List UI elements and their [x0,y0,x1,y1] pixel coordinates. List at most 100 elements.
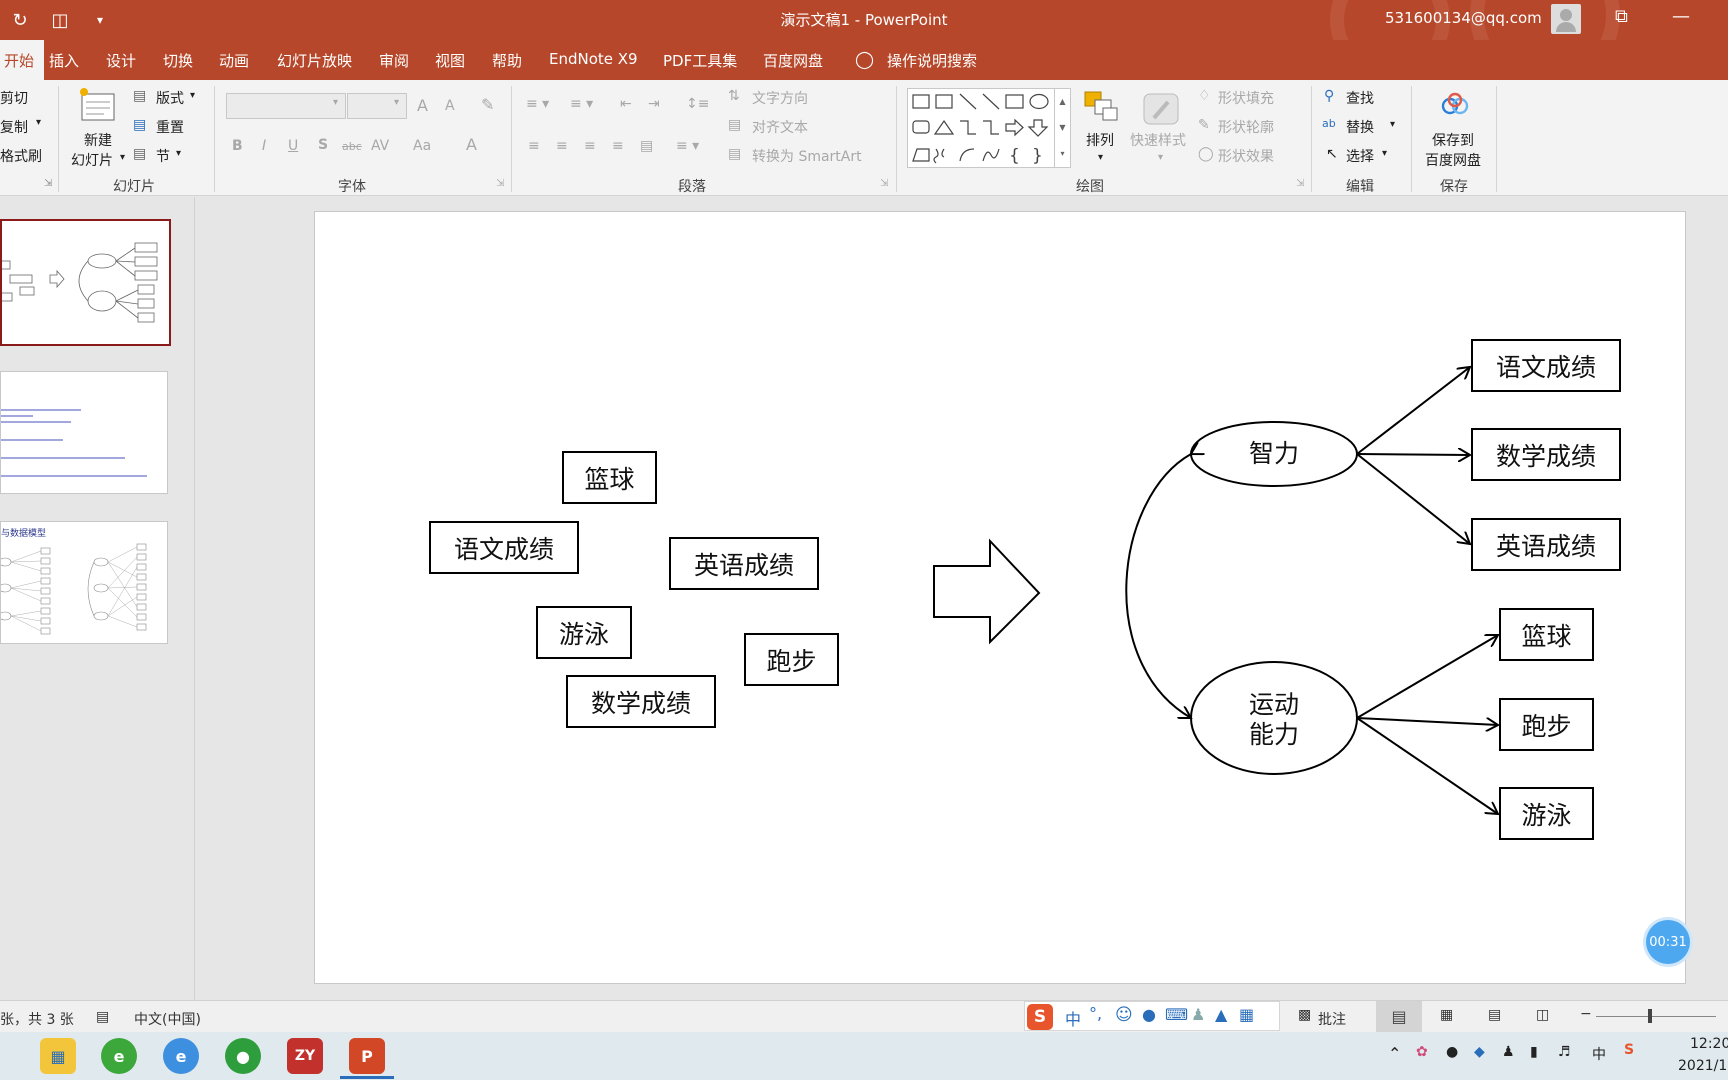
arrange-button[interactable]: 排列 [1086,130,1114,150]
language-indicator[interactable]: 中文(中国) [134,1009,201,1029]
toolbox-icon[interactable]: ▦ [1239,1005,1254,1024]
clock-time[interactable]: 12:20 [1690,1036,1728,1052]
sogou-logo-icon[interactable]: S [1027,1004,1053,1030]
shape-outline-icon[interactable]: ✎ [1198,117,1210,133]
sogou-tray-icon[interactable]: S [1624,1042,1634,1058]
ribbon-display-options-button[interactable]: ⧉ [1615,6,1628,27]
box-chinese-score[interactable]: 语文成绩 [429,521,579,574]
slide-thumbnail-1[interactable] [0,219,171,346]
line-spacing-icon[interactable]: ↕≡ [686,96,709,112]
voice-icon[interactable]: ● [1142,1005,1156,1024]
slide-sorter-view-icon[interactable]: ▦ [1440,1007,1453,1023]
clock-date[interactable]: 2021/1 [1678,1058,1727,1074]
ie-browser-icon[interactable]: e [163,1038,199,1074]
new-slide-label-1[interactable]: 新建 [84,130,112,150]
reset-icon[interactable]: ▤ [133,117,146,133]
correlation-curve[interactable] [1125,454,1191,718]
align-left-icon[interactable]: ≡ [528,138,540,154]
normal-view-button[interactable]: ▤ [1376,1001,1422,1032]
comments-icon[interactable]: ▩ [1298,1007,1311,1023]
dialog-launcher-icon[interactable]: ⇲ [1296,178,1304,189]
box-running[interactable]: 跑步 [744,633,839,686]
tab-transitions[interactable]: 切换 [163,50,193,71]
transform-arrow[interactable] [933,538,1041,645]
tab-insert[interactable]: 插入 [49,50,79,71]
char-spacing-button[interactable]: AV [371,138,389,154]
punctuation-icon[interactable]: °, [1089,1004,1102,1023]
qq-icon[interactable]: ♟ [1502,1044,1515,1060]
baidu-cloud-icon[interactable] [1440,92,1470,116]
convert-smartart-button[interactable]: 转换为 SmartArt [752,146,862,166]
loading-arrow[interactable] [1356,453,1470,544]
save-to-baidu-label-1[interactable]: 保存到 [1432,130,1474,150]
copy-dropdown-icon[interactable]: ▾ [36,117,41,128]
loading-arrow[interactable] [1356,635,1498,719]
font-name-combo[interactable] [226,93,346,119]
shapes-gallery[interactable]: { } ▲ ▼ ▾ [907,88,1071,168]
tab-slideshow[interactable]: 幻灯片放映 [277,50,352,71]
file-explorer-icon[interactable]: ▦ [40,1038,76,1074]
find-icon[interactable]: ⚲ [1324,88,1334,104]
font-name-dropdown-icon[interactable]: ▾ [333,97,338,108]
zoom-slider-thumb[interactable] [1648,1009,1652,1023]
tab-baidu-netdisk[interactable]: 百度网盘 [763,50,823,71]
gallery-scroll[interactable]: ▲ ▼ ▾ [1054,89,1070,167]
section-dropdown-icon[interactable]: ▾ [176,148,181,159]
layout-dropdown-icon[interactable]: ▾ [190,90,195,101]
shadow-button[interactable]: S [318,137,328,153]
cut-button[interactable]: 剪切 [0,88,28,108]
reset-button[interactable]: 重置 [156,117,184,137]
box-swimming[interactable]: 游泳 [536,606,632,659]
ime-tray-indicator[interactable]: 中 [1592,1044,1606,1064]
box-english-score[interactable]: 英语成绩 [669,537,819,590]
accessibility-icon[interactable]: ▤ [96,1009,109,1025]
shape-effects-button[interactable]: 形状效果 [1218,146,1274,166]
reading-view-icon[interactable]: ▤ [1488,1007,1501,1023]
replace-dropdown-icon[interactable]: ▾ [1390,119,1395,130]
text-direction-icon[interactable]: ⇅ [728,88,740,104]
decrease-indent-icon[interactable]: ⇤ [620,96,632,112]
indicator-basketball[interactable]: 篮球 [1499,608,1594,661]
box-basketball[interactable]: 篮球 [562,451,657,504]
justify-icon[interactable]: ≡ [612,138,624,154]
tab-animations[interactable]: 动画 [219,50,249,71]
find-button[interactable]: 查找 [1346,88,1374,108]
tell-me-search[interactable]: 操作说明搜索 [887,50,977,71]
slide-thumbnail-2[interactable] [0,371,168,494]
quick-styles-dropdown-icon[interactable]: ▾ [1158,152,1163,163]
box-math-score[interactable]: 数学成绩 [566,675,716,728]
slideshow-view-icon[interactable]: ◫ [1536,1007,1549,1023]
select-button[interactable]: 选择 [1346,146,1374,166]
tab-review[interactable]: 审阅 [379,50,409,71]
keyboard-icon[interactable]: ⌨ [1165,1005,1188,1024]
ime-mode[interactable]: 中 [1065,1006,1081,1030]
comments-button[interactable]: 批注 [1318,1009,1346,1029]
recording-timer[interactable]: 00:31 [1646,920,1690,964]
tab-help[interactable]: 帮助 [492,50,522,71]
indicator-swimming[interactable]: 游泳 [1499,787,1594,840]
dialog-launcher-icon[interactable]: ⇲ [496,178,504,189]
shape-effects-icon[interactable]: ◯ [1198,146,1214,162]
select-dropdown-icon[interactable]: ▾ [1382,148,1387,159]
copy-button[interactable]: 复制 [0,117,28,137]
indicator-english-score[interactable]: 英语成绩 [1471,518,1621,571]
indicator-chinese-score[interactable]: 语文成绩 [1471,339,1621,392]
font-color-button[interactable]: A [466,135,477,154]
new-slide-label-2[interactable]: 幻灯片 [71,150,113,170]
dialog-launcher-icon[interactable]: ⇲ [880,178,888,189]
user-icon[interactable]: ♟ [1191,1005,1205,1024]
section-icon[interactable]: ▤ [133,146,146,162]
new-slide-icon[interactable] [78,86,118,126]
italic-button[interactable]: I [262,138,266,154]
avatar[interactable] [1551,4,1581,34]
align-center-icon[interactable]: ≡ [556,138,568,154]
loading-arrow[interactable] [1356,454,1470,455]
zoom-slider[interactable] [1596,1016,1716,1017]
columns-icon[interactable]: ≡ ▾ [676,138,699,154]
tab-home[interactable]: 开始 [0,40,45,80]
format-painter-button[interactable]: 格式刷 [0,146,42,166]
bullets-icon[interactable]: ≡ ▾ [526,96,549,112]
slide-thumbnail-3[interactable]: 与数据模型 [0,521,168,644]
shape-fill-button[interactable]: 形状填充 [1218,88,1274,108]
tab-design[interactable]: 设计 [106,50,136,71]
